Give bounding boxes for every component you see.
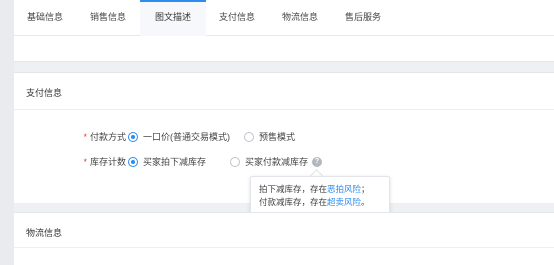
tab-graphic-description[interactable]: 图文描述 bbox=[140, 0, 206, 36]
radio-payment-reduce-stock[interactable]: 买家付款减库存 bbox=[230, 154, 308, 170]
tab-bar: 基础信息 销售信息 图文描述 支付信息 物流信息 售后服务 bbox=[14, 0, 554, 36]
radio-order-reduce-stock[interactable]: 买家拍下减库存 bbox=[128, 154, 206, 170]
payment-method-label-text: 付款方式 bbox=[89, 132, 126, 142]
inventory-label: * 库存计数 bbox=[14, 154, 132, 170]
question-icon[interactable]: ? bbox=[312, 157, 322, 167]
malicious-order-risk-link[interactable]: 恶拍风险 bbox=[327, 184, 361, 194]
radio-presale[interactable]: 预售模式 bbox=[244, 129, 295, 145]
tab-logistics-info[interactable]: 物流信息 bbox=[268, 0, 332, 36]
oversell-risk-link[interactable]: 超卖风险 bbox=[327, 197, 361, 207]
radio-label: 买家拍下减库存 bbox=[143, 157, 207, 167]
payment-method-row: * 付款方式 一口价(普通交易模式) 预售模式 bbox=[14, 129, 554, 145]
tooltip-text: 拍下减库存，存在 bbox=[259, 184, 328, 194]
section-title: 支付信息 bbox=[26, 88, 63, 98]
radio-circle-selected[interactable] bbox=[128, 157, 138, 167]
inventory-label-text: 库存计数 bbox=[89, 157, 126, 167]
divider bbox=[14, 247, 554, 248]
required-mark: * bbox=[83, 157, 87, 167]
tooltip-punct: ； bbox=[361, 184, 370, 194]
payment-method-label: * 付款方式 bbox=[14, 129, 132, 145]
radio-circle[interactable] bbox=[244, 132, 254, 142]
logistics-section: 物流信息 bbox=[14, 212, 554, 265]
radio-circle[interactable] bbox=[230, 157, 240, 167]
tooltip-line-2: 付款减库存，存在超卖风险。 bbox=[259, 196, 381, 209]
radio-label: 买家付款减库存 bbox=[245, 157, 309, 167]
section-title: 物流信息 bbox=[26, 228, 63, 238]
divider bbox=[14, 109, 554, 110]
left-gutter bbox=[0, 0, 14, 265]
radio-fixed-price[interactable]: 一口价(普通交易模式) bbox=[128, 129, 230, 145]
tooltip-text: 付款减库存，存在 bbox=[259, 197, 328, 207]
tab-basic-info[interactable]: 基础信息 bbox=[14, 0, 76, 36]
tabs-card: 基础信息 销售信息 图文描述 支付信息 物流信息 售后服务 bbox=[14, 0, 554, 62]
tab-after-sales[interactable]: 售后服务 bbox=[332, 0, 394, 36]
inventory-row: * 库存计数 买家拍下减库存 买家付款减库存 ? bbox=[14, 154, 554, 170]
tab-sales-info[interactable]: 销售信息 bbox=[76, 0, 140, 36]
required-mark: * bbox=[83, 132, 87, 142]
radio-circle-selected[interactable] bbox=[128, 132, 138, 142]
radio-label: 预售模式 bbox=[259, 132, 296, 142]
tooltip-punct: 。 bbox=[361, 197, 370, 207]
tooltip-line-1: 拍下减库存，存在恶拍风险； bbox=[259, 183, 381, 196]
tab-payment-info[interactable]: 支付信息 bbox=[206, 0, 268, 36]
radio-label: 一口价(普通交易模式) bbox=[143, 132, 230, 142]
